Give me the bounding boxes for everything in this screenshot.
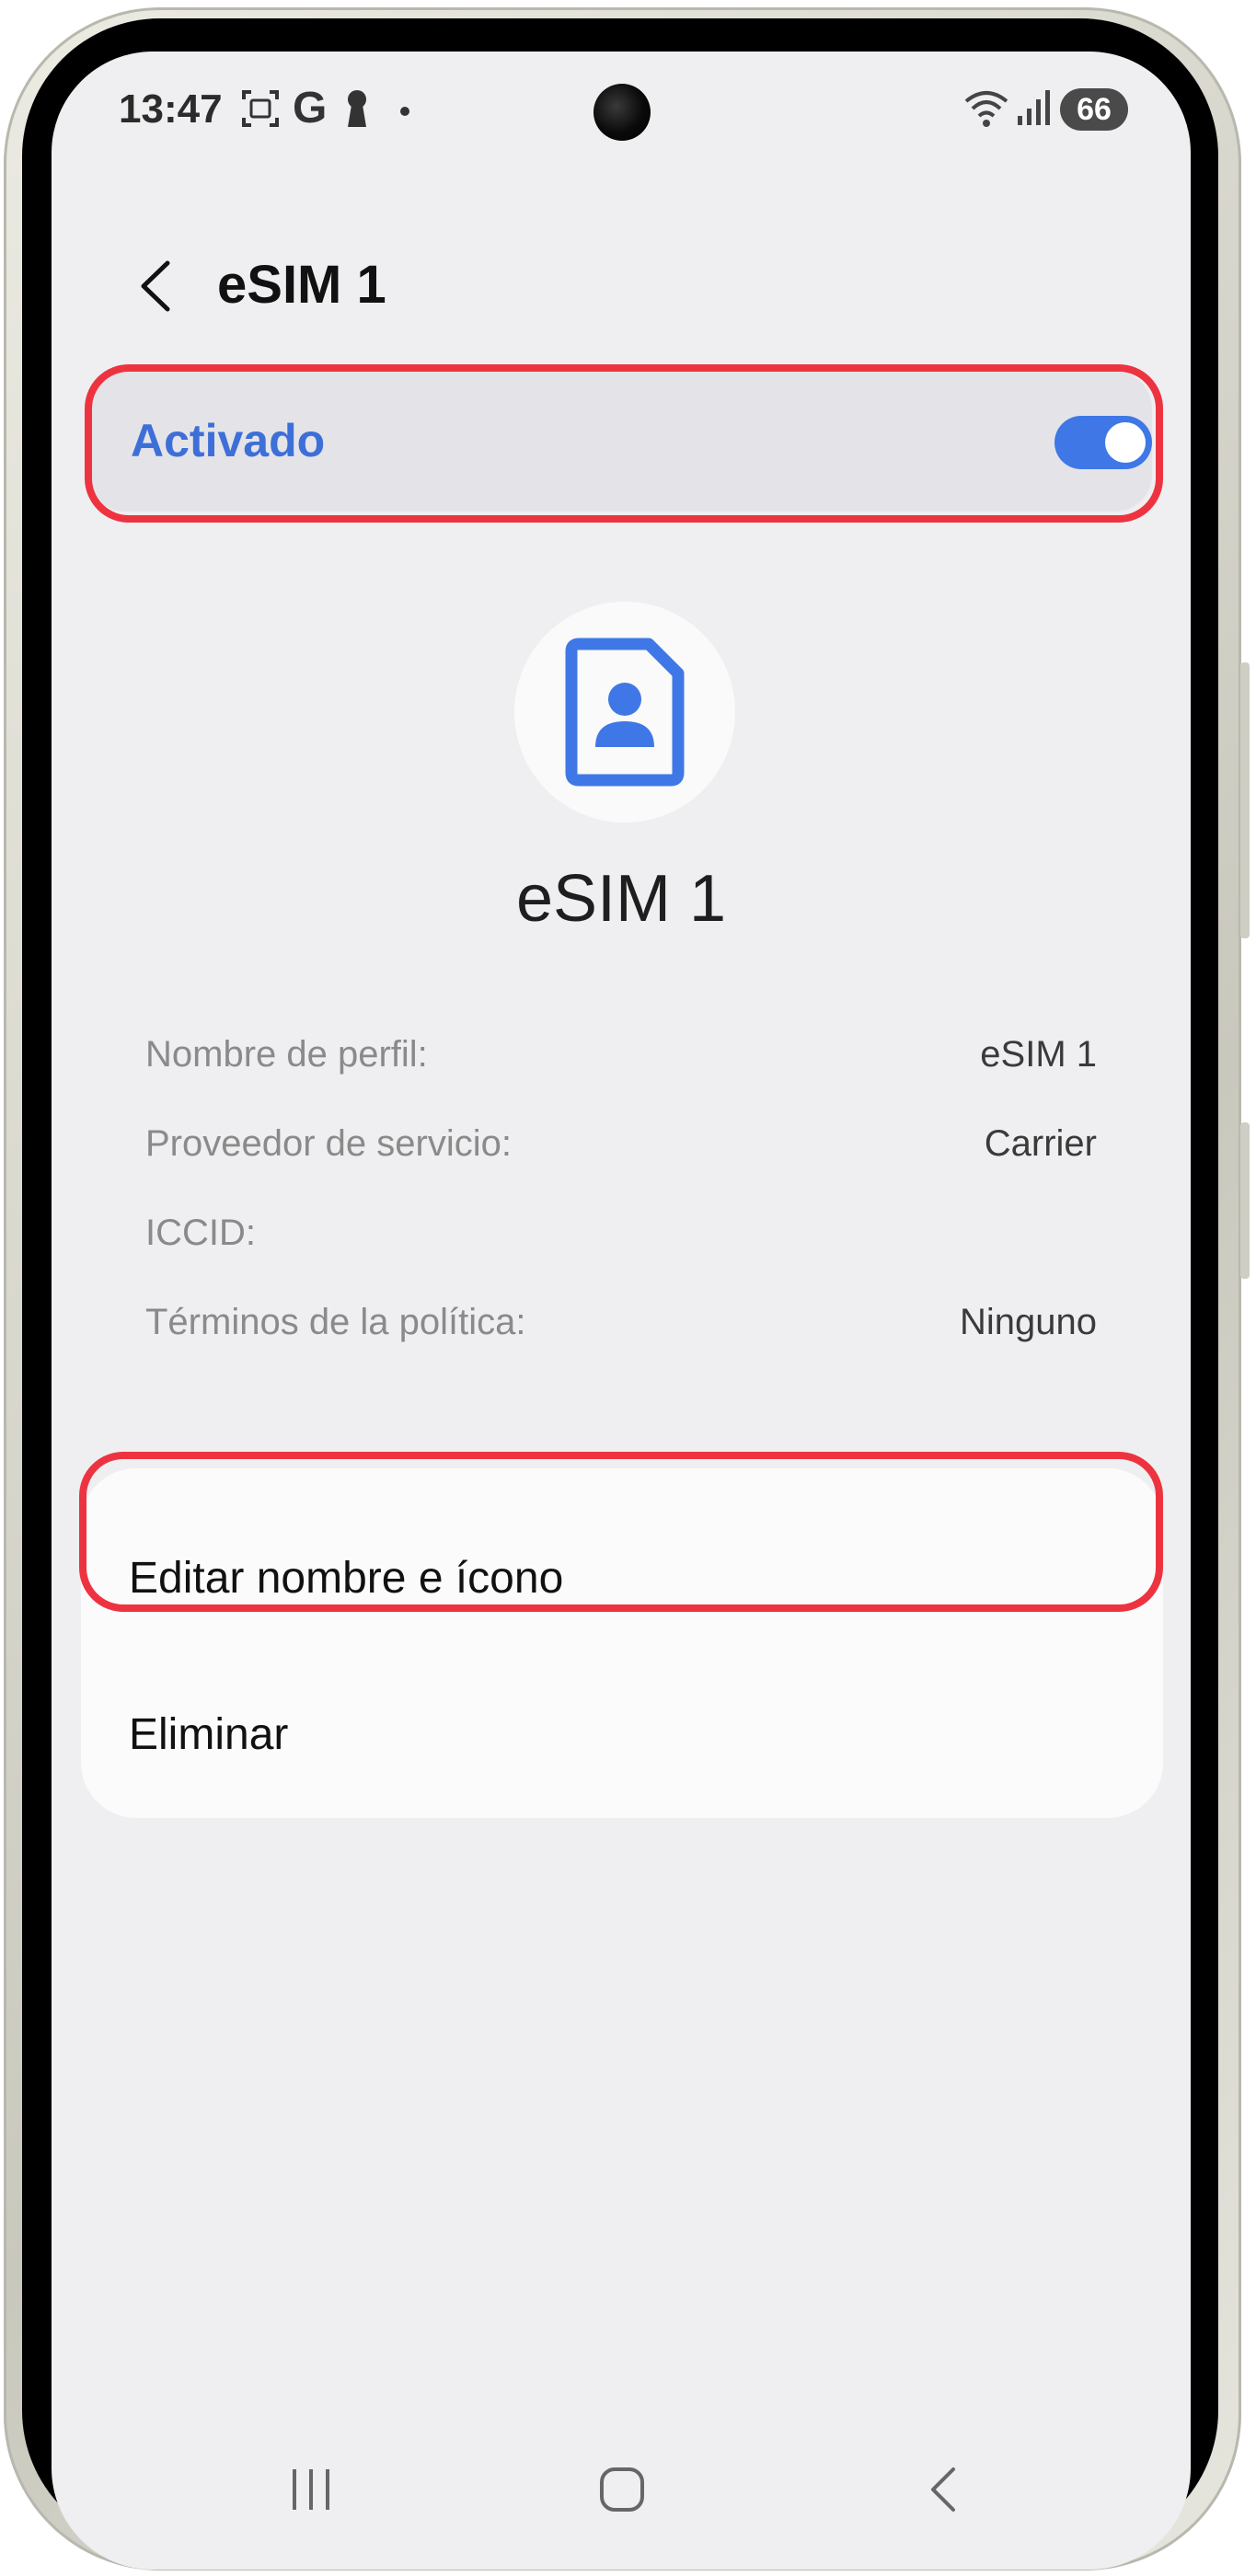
- battery-indicator: 66: [1060, 88, 1128, 131]
- profile-name: eSIM 1: [515, 862, 727, 936]
- volume-button: [1240, 662, 1250, 938]
- activation-toggle-row[interactable]: Activado: [88, 372, 1152, 512]
- info-label: Nombre de perfil:: [145, 1034, 428, 1075]
- power-button: [1240, 1122, 1250, 1279]
- status-bar: 13:47 G 66: [52, 52, 1191, 171]
- front-camera: [593, 84, 651, 141]
- toggle-label: Activado: [131, 415, 326, 466]
- back-icon[interactable]: [916, 2462, 972, 2522]
- info-label: Términos de la política:: [145, 1302, 526, 1342]
- activation-switch[interactable]: [1054, 416, 1152, 469]
- chevron-left-icon: [141, 260, 170, 312]
- google-icon: G: [293, 84, 328, 132]
- switch-knob: [1105, 422, 1146, 463]
- wifi-icon: [962, 86, 1010, 133]
- info-value: eSIM 1: [980, 1034, 1097, 1075]
- edit-name-icon-button[interactable]: Editar nombre e ícono: [129, 1553, 563, 1604]
- info-row-iccid: ICCID:: [145, 1213, 1097, 1268]
- info-row-service-provider: Proveedor de servicio: Carrier: [145, 1123, 1097, 1179]
- back-button[interactable]: [123, 245, 188, 328]
- profile-avatar: [514, 602, 735, 822]
- dot-icon: [399, 105, 410, 121]
- info-row-policy-terms: Términos de la política: Ninguno: [145, 1302, 1097, 1357]
- signal-icon: [1016, 88, 1053, 132]
- status-time: 13:47: [119, 86, 223, 132]
- info-value: Carrier: [984, 1123, 1097, 1164]
- sim-contact-icon: [565, 638, 685, 787]
- delete-button[interactable]: Eliminar: [129, 1709, 288, 1760]
- info-value: Ninguno: [959, 1302, 1097, 1342]
- page-title: eSIM 1: [217, 255, 386, 315]
- recent-apps-icon[interactable]: [283, 2462, 339, 2522]
- keyhole-icon: [342, 88, 372, 133]
- screenshot-icon: [240, 88, 281, 133]
- home-icon[interactable]: [594, 2462, 650, 2522]
- info-label: ICCID:: [145, 1213, 256, 1253]
- screen: 13:47 G 66 eSIM 1 Activado eSIM 1 Nombre…: [52, 52, 1191, 2570]
- info-label: Proveedor de servicio:: [145, 1123, 512, 1164]
- info-row-profile-name: Nombre de perfil: eSIM 1: [145, 1034, 1097, 1089]
- actions-card: Editar nombre e ícono Eliminar: [81, 1468, 1163, 1818]
